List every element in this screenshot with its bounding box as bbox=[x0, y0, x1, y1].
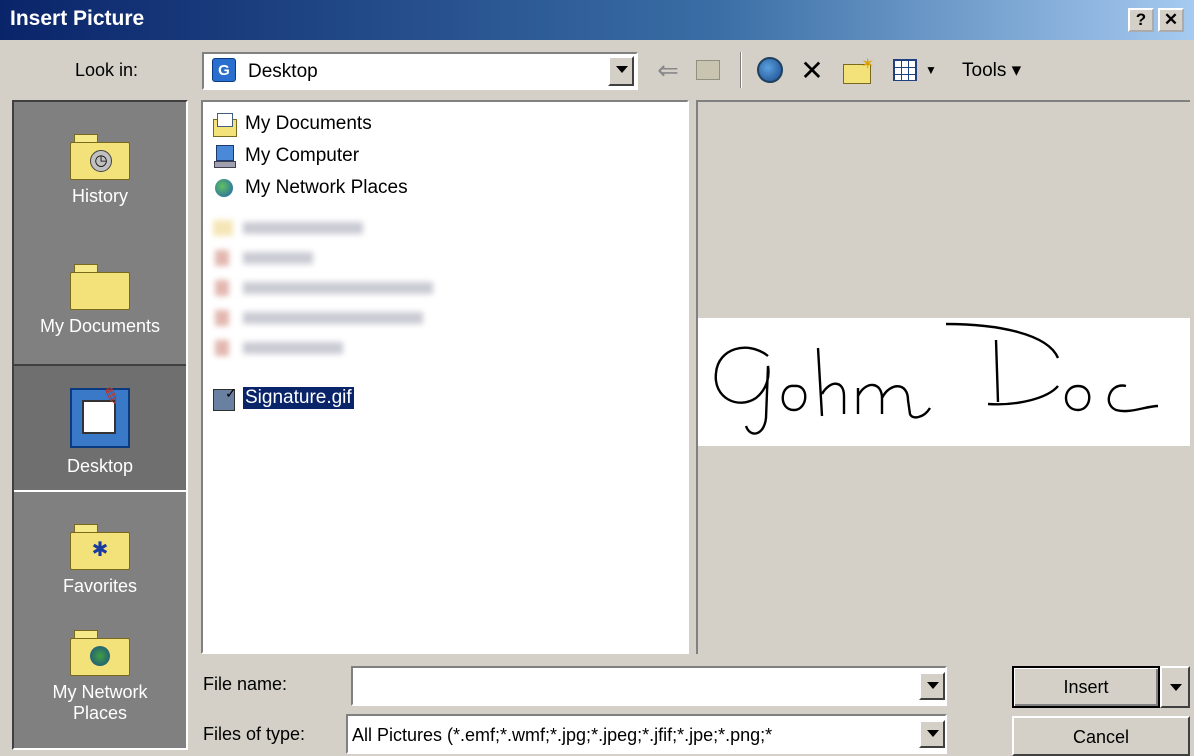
desktop-icon: ✎ bbox=[70, 382, 130, 448]
place-label: History bbox=[71, 186, 128, 206]
network-places-icon bbox=[213, 177, 235, 199]
signature-image bbox=[714, 322, 1159, 435]
place-my-documents[interactable]: My Documents bbox=[14, 260, 186, 337]
search-web-icon[interactable] bbox=[752, 50, 788, 90]
look-in-label: Look in: bbox=[75, 60, 139, 80]
tools-menu[interactable]: Tools ▾ bbox=[962, 50, 1042, 90]
file-label-selected: Signature.gif bbox=[242, 386, 355, 410]
list-item-my-computer[interactable]: My Computer bbox=[213, 142, 361, 170]
place-history[interactable]: ◷ History bbox=[14, 130, 186, 207]
cancel-button[interactable]: Cancel bbox=[1012, 716, 1190, 756]
place-favorites[interactable]: ✱ Favorites bbox=[14, 520, 186, 597]
signature-preview bbox=[698, 318, 1190, 446]
file-type-dropdown-button[interactable] bbox=[919, 720, 945, 748]
look-in-value: Desktop bbox=[248, 61, 318, 82]
insert-options-button[interactable] bbox=[1160, 666, 1190, 708]
place-label: Favorites bbox=[62, 576, 138, 596]
file-name-dropdown-button[interactable] bbox=[919, 672, 945, 700]
chevron-down-icon bbox=[1170, 684, 1182, 691]
file-type-select[interactable]: All Pictures (*.emf;*.wmf;*.jpg;*.jpeg;*… bbox=[346, 714, 947, 754]
new-folder-icon[interactable]: ✶ bbox=[838, 50, 878, 90]
place-label: My Network bbox=[52, 682, 148, 702]
gif-image-icon: ✓ bbox=[213, 385, 237, 411]
place-label: Desktop bbox=[66, 456, 134, 476]
history-folder-icon: ◷ bbox=[70, 130, 130, 180]
list-item-signature[interactable]: ✓ Signature.gif bbox=[213, 384, 355, 412]
my-computer-icon bbox=[213, 145, 236, 168]
places-bar: ◷ History My Documents ✎ Desktop ✱ Favor… bbox=[12, 100, 188, 750]
file-type-label: Files of type: bbox=[203, 724, 306, 744]
window-title: Insert Picture bbox=[10, 7, 145, 30]
close-button[interactable]: ✕ bbox=[1158, 8, 1184, 32]
help-button[interactable]: ? bbox=[1128, 8, 1154, 32]
look-in-combo[interactable]: G Desktop bbox=[202, 52, 638, 90]
list-item-my-network-places[interactable]: My Network Places bbox=[213, 174, 410, 202]
file-label: My Network Places bbox=[245, 177, 408, 198]
toolbar-separator bbox=[740, 52, 742, 88]
place-my-network[interactable]: My Network Places bbox=[14, 626, 186, 724]
redacted-files bbox=[211, 212, 481, 362]
desktop-small-icon: G bbox=[212, 58, 236, 82]
file-list[interactable]: My Documents My Computer My Network Plac… bbox=[201, 100, 689, 654]
title-bar: Insert Picture ? ✕ bbox=[0, 0, 1194, 40]
my-documents-icon bbox=[213, 113, 237, 137]
file-name-input[interactable] bbox=[351, 666, 947, 706]
views-icon[interactable]: ▼ bbox=[890, 50, 940, 90]
place-desktop[interactable]: ✎ Desktop bbox=[14, 364, 186, 492]
insert-button[interactable]: Insert bbox=[1012, 666, 1160, 708]
file-name-label: File name: bbox=[203, 674, 288, 694]
documents-folder-icon bbox=[70, 260, 130, 310]
file-label: My Documents bbox=[245, 113, 372, 134]
network-folder-icon bbox=[70, 626, 130, 676]
list-item-my-documents[interactable]: My Documents bbox=[213, 110, 374, 138]
back-arrow-icon[interactable]: ⇐ bbox=[650, 50, 686, 90]
file-type-value: All Pictures (*.emf;*.wmf;*.jpg;*.jpeg;*… bbox=[352, 725, 773, 745]
delete-icon[interactable]: ✕ bbox=[794, 50, 830, 90]
file-label: My Computer bbox=[245, 145, 360, 166]
favorites-folder-icon: ✱ bbox=[70, 520, 130, 570]
look-in-dropdown-button[interactable] bbox=[608, 56, 634, 86]
place-label: My Documents bbox=[39, 316, 161, 336]
up-folder-icon[interactable] bbox=[690, 50, 726, 90]
place-label-line2: Places bbox=[72, 703, 128, 723]
